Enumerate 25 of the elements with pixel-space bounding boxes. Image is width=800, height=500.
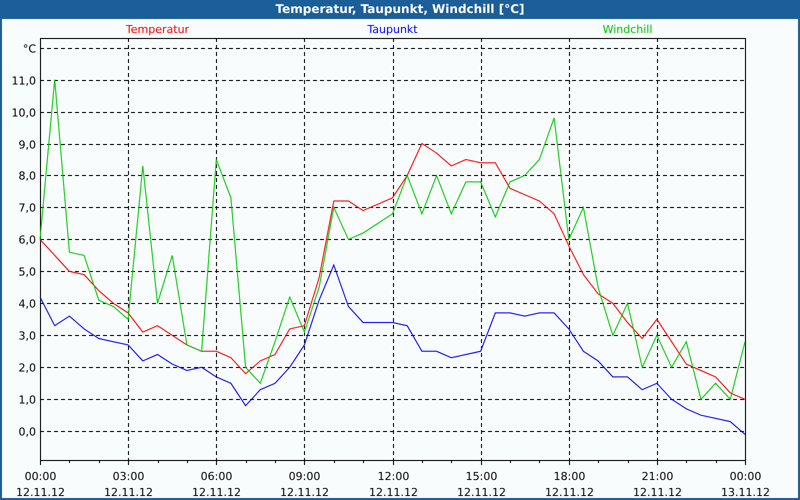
- legend-label: Temperatur: [126, 23, 190, 36]
- y-axis-label: 3,0: [18, 330, 36, 342]
- y-axis-label: 9,0: [18, 138, 36, 152]
- y-axis-label: 1,0: [18, 394, 36, 406]
- legend-label: Taupunkt: [367, 23, 418, 36]
- y-axis-label: 5,0: [18, 266, 36, 278]
- y-axis-label: 8,0: [18, 170, 36, 182]
- x-axis-label: 09:00 12.11.12: [280, 470, 329, 498]
- y-axis-label: °C: [22, 42, 36, 56]
- x-axis-label: 12:00 12.11.12: [369, 470, 418, 498]
- y-axis-label: 11,0: [12, 74, 36, 88]
- x-axis-label: 21:00 12.11.12: [633, 470, 682, 498]
- y-axis-label: 7,0: [18, 202, 36, 214]
- x-axis-label: 15:00 12.11.12: [457, 470, 506, 498]
- y-axis-label: 6,0: [18, 234, 36, 246]
- y-axis-label: 2,0: [18, 362, 36, 374]
- x-axis-label: 00:00 12.11.12: [16, 470, 65, 498]
- legend-label: Windchill: [602, 23, 652, 36]
- x-axis-label: 18:00 12.11.12: [545, 470, 594, 498]
- y-axis-label: 10,0: [12, 106, 36, 120]
- x-axis-label: 06:00 12.11.12: [192, 470, 241, 498]
- x-axis-label: 00:00 13.11.12: [721, 470, 770, 498]
- x-axis-label: 03:00 12.11.12: [104, 470, 153, 498]
- y-axis-label: 4,0: [18, 298, 36, 310]
- y-axis-label: 0,0: [18, 426, 36, 438]
